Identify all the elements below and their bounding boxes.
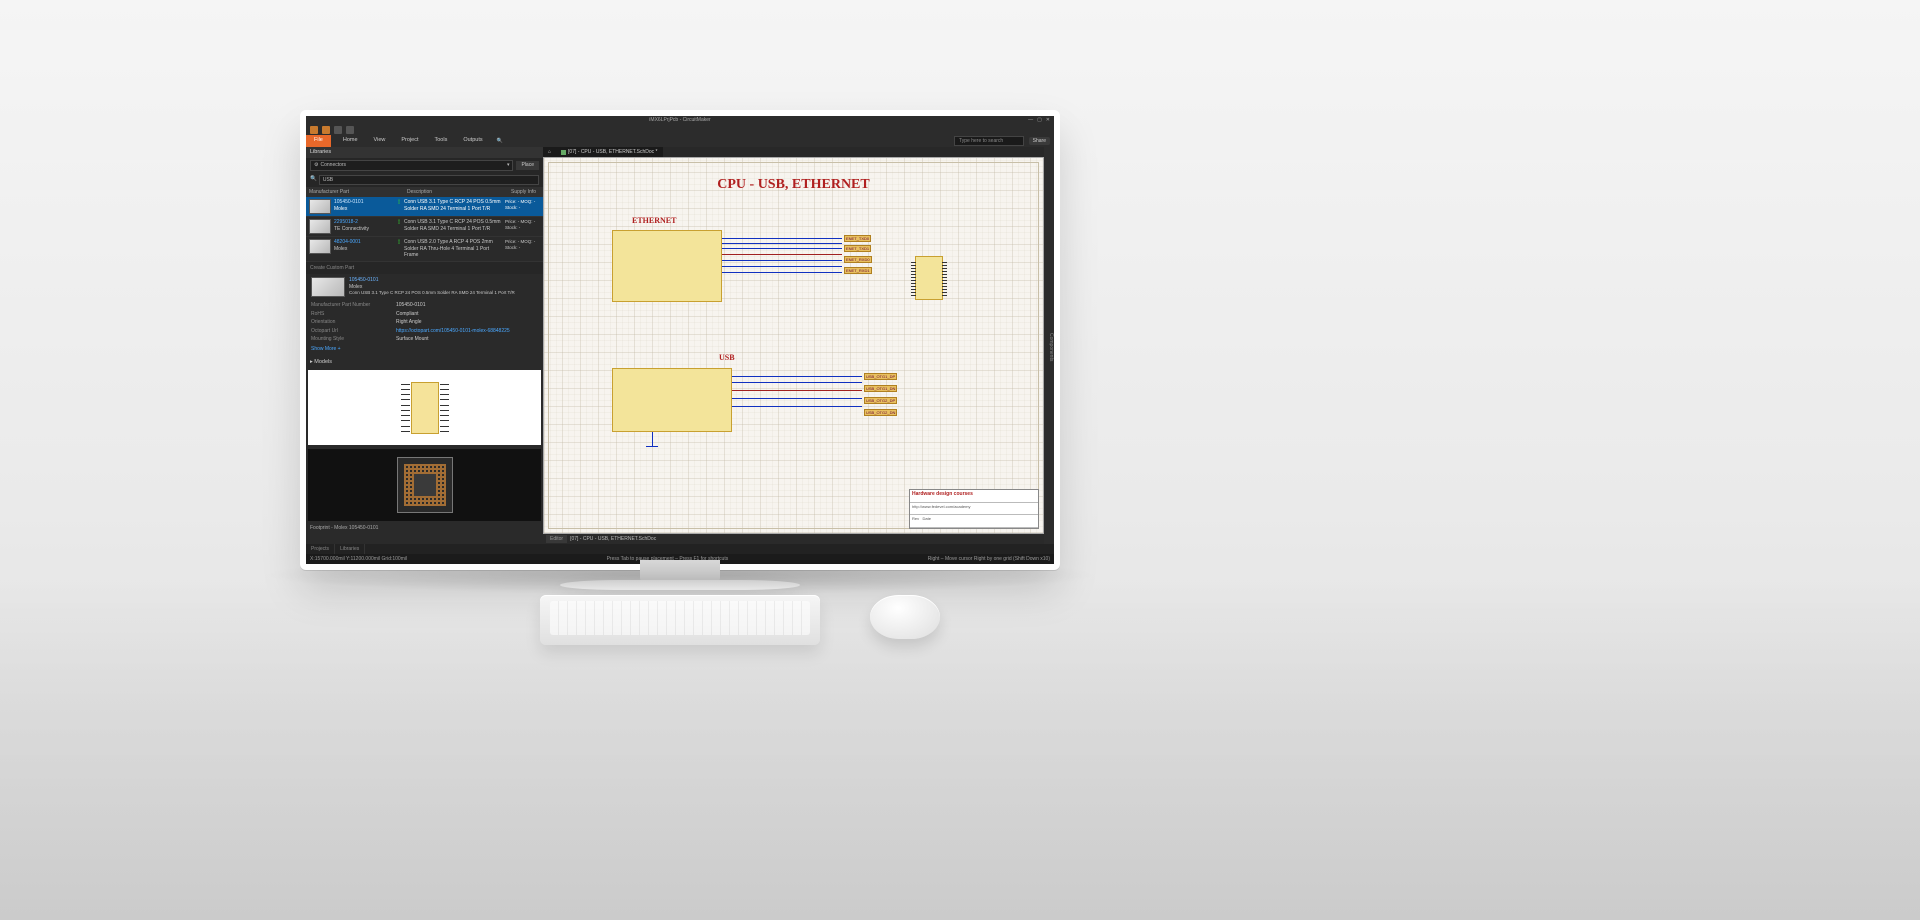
menu-home[interactable]: Home [339, 135, 362, 146]
status-coords: X:15700.000mil Y:11200.000mil Grid:100mi… [310, 556, 407, 563]
menu-bar: File Home View Project Tools Outputs 🔍 T… [306, 135, 1054, 147]
models-header[interactable]: ▸ Models [306, 357, 543, 368]
close-icon[interactable]: ✕ [1046, 117, 1050, 124]
mouse [870, 595, 940, 639]
part-row[interactable]: 2295018-2 TE Connectivity ▯ Conn USB 3.1… [306, 217, 543, 237]
create-custom-part-button[interactable]: Create Custom Part [306, 262, 543, 275]
footprint-name: Footprint - Molex 105450-0101 [306, 523, 543, 534]
part-row[interactable]: 48204-0001 Molex ▯ Conn USB 2.0 Type A R… [306, 237, 543, 262]
editor-footer: Editor [07] - CPU - USB, ETHERNET.SchDoc [543, 534, 1044, 544]
document-tabs: ⌂ [07] - CPU - USB, ETHERNET.SchDoc * [543, 147, 1044, 157]
section-label-usb: USB [719, 353, 735, 363]
category-select[interactable]: ⚙ Connectors ▾ [310, 160, 513, 171]
chevron-down-icon: ▾ [507, 162, 510, 169]
octopart-link[interactable]: https://octopart.com/105450-0101-molex-6… [396, 328, 510, 335]
home-icon: ⌂ [548, 149, 551, 156]
part-thumb [309, 199, 331, 214]
menu-project[interactable]: Project [397, 135, 422, 146]
show-more-button[interactable]: Show More + [311, 344, 538, 355]
detail-thumb [311, 277, 345, 297]
usb-block: USB_OTG1_DP USB_OTG1_DN USB_OTG2_DP USB_… [612, 368, 872, 448]
ethernet-block: ENET_TXD0 ENET_TXD1 ENET_RXD0 ENET_RXD1 [612, 230, 852, 310]
part-list-header: Manufacturer Part Description Supply Inf… [306, 187, 543, 198]
connector-symbol [915, 256, 943, 300]
keyboard [540, 595, 820, 645]
bottom-tab-projects[interactable]: Projects [306, 544, 335, 554]
menu-file[interactable]: File [306, 135, 331, 146]
part-details: 105450-0101 Molex Conn USB 3.1 Type C RC… [306, 274, 543, 357]
libraries-panel: Libraries ⚙ Connectors ▾ Place 🔍 Manufac… [306, 147, 543, 544]
schematic-canvas[interactable]: CPU - USB, ETHERNET ETHERNET USB ENET_TX… [543, 157, 1044, 534]
home-tab[interactable]: ⌂ [543, 147, 556, 157]
editor-badge: Editor [546, 535, 567, 544]
sheet-title-block: Hardware design courses http://www.fedev… [909, 489, 1039, 529]
qat-icon[interactable] [322, 126, 330, 134]
window-title: iMX6LPrjPcb - CircuitMaker [649, 117, 710, 124]
monitor-stand [640, 560, 720, 582]
window-titlebar: iMX6LPrjPcb - CircuitMaker — ▢ ✕ [306, 116, 1054, 125]
check-icon: ▯ [394, 199, 404, 206]
minimize-icon[interactable]: — [1028, 117, 1033, 124]
section-label-ethernet: ETHERNET [632, 216, 676, 226]
footprint-preview[interactable] [308, 449, 541, 521]
status-keyhint: Right – Move cursor Right by one grid (S… [928, 556, 1050, 563]
part-thumb [309, 219, 331, 234]
part-search-input[interactable] [319, 175, 539, 185]
document-tab[interactable]: [07] - CPU - USB, ETHERNET.SchDoc * [556, 147, 662, 157]
qat-icon[interactable] [310, 126, 318, 134]
symbol-preview[interactable] [308, 370, 541, 445]
place-button[interactable]: Place [516, 161, 539, 170]
bottom-tabs: Projects Libraries [306, 544, 1054, 554]
components-side-tab[interactable]: Components [1044, 147, 1054, 544]
monitor-base [560, 580, 800, 590]
menu-view[interactable]: View [370, 135, 390, 146]
part-thumb [309, 239, 331, 254]
check-icon: ▯ [394, 219, 404, 226]
qat-undo-icon[interactable] [334, 126, 342, 134]
monitor-frame: iMX6LPrjPcb - CircuitMaker — ▢ ✕ File Ho… [300, 110, 1060, 570]
share-button[interactable]: Share [1029, 137, 1050, 146]
search-icon: 🔍 [310, 176, 317, 183]
qat-redo-icon[interactable] [346, 126, 354, 134]
search-icon: 🔍 [497, 138, 503, 145]
global-search-input[interactable]: Type here to search [954, 136, 1024, 147]
menu-tools[interactable]: Tools [431, 135, 452, 146]
sheet-title: CPU - USB, ETHERNET [544, 176, 1043, 194]
maximize-icon[interactable]: ▢ [1037, 117, 1042, 124]
schematic-icon [561, 150, 566, 155]
quick-access-toolbar [306, 125, 1054, 135]
bottom-tab-libraries[interactable]: Libraries [335, 544, 365, 554]
part-row[interactable]: 105450-0101 Molex ▯ Conn USB 3.1 Type C … [306, 197, 543, 217]
connector-icon: ⚙ [314, 162, 318, 169]
check-icon: ▯ [394, 239, 404, 246]
application-window: iMX6LPrjPcb - CircuitMaker — ▢ ✕ File Ho… [306, 116, 1054, 564]
panel-title: Libraries [306, 147, 543, 158]
menu-outputs[interactable]: Outputs [459, 135, 486, 146]
